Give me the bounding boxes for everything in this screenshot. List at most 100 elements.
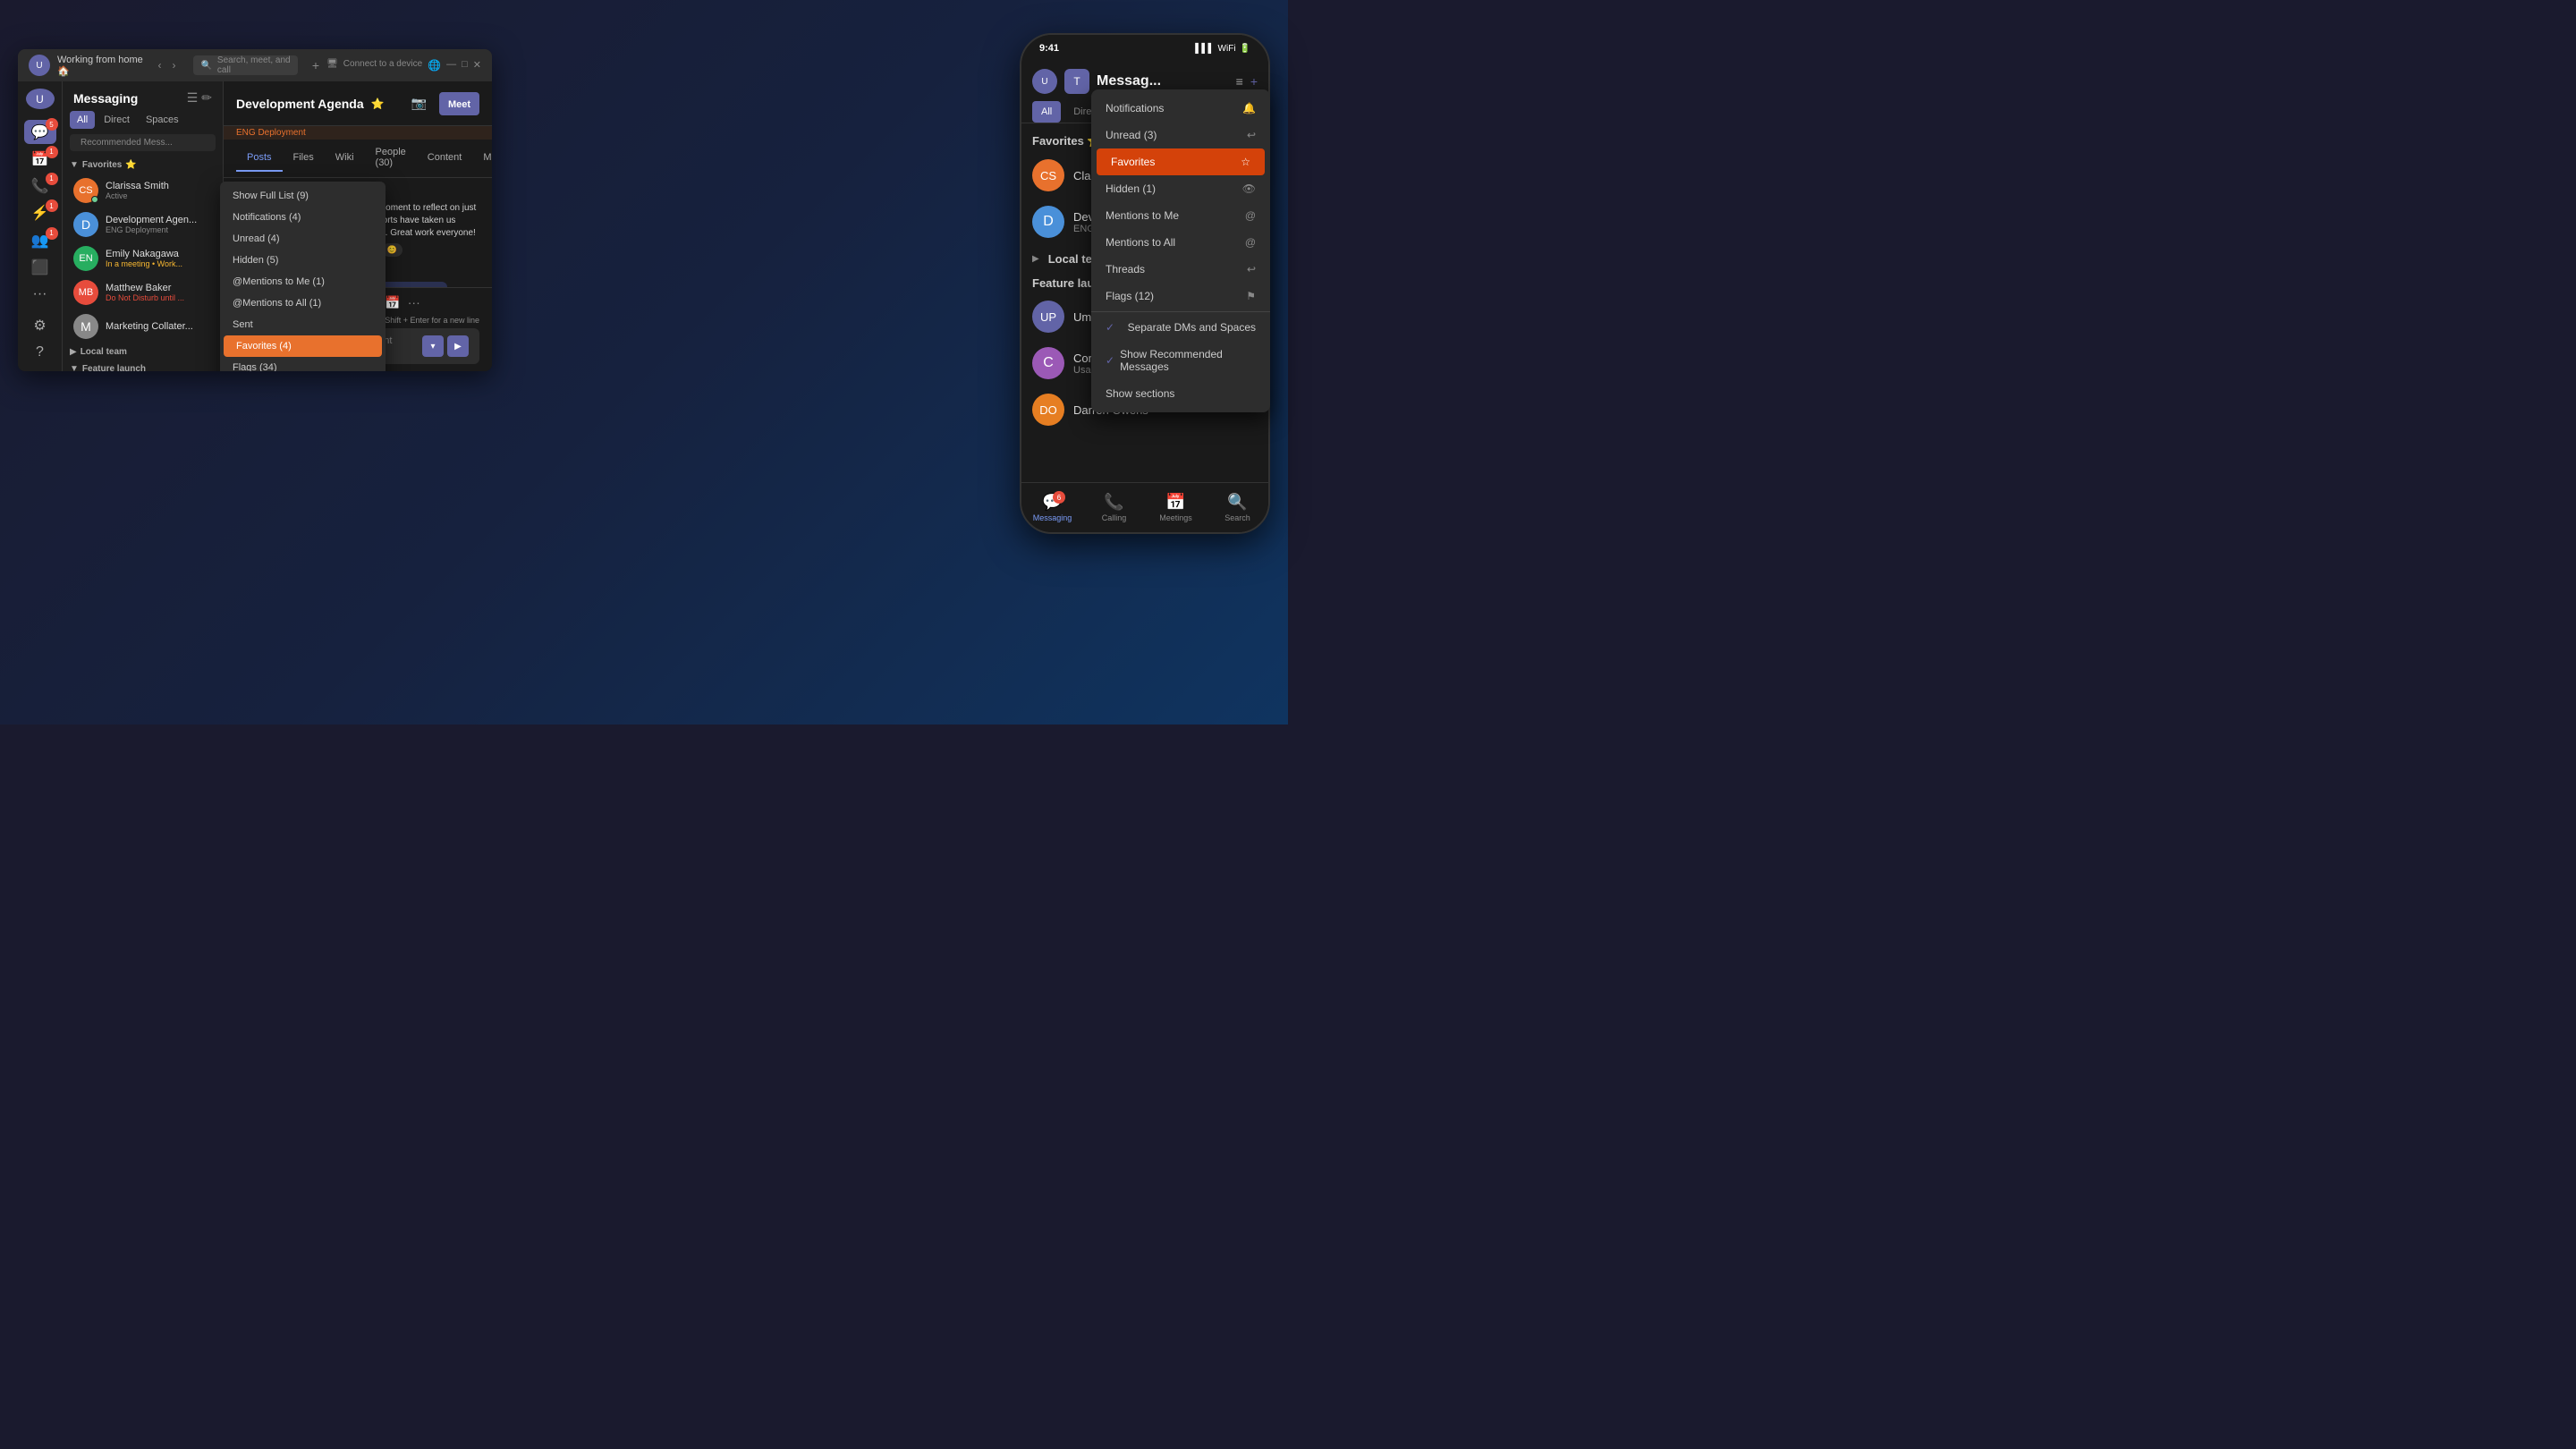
nav-item-apps[interactable]: ⬛ [24,256,56,279]
dropdown-favorites[interactable]: Favorites (4) [224,335,382,357]
nav-item-calls[interactable]: 📞 1 [24,174,56,198]
feature-launch-header[interactable]: ▼ Feature launch [63,360,223,371]
sidebar-tab-spaces[interactable]: Spaces [139,111,186,129]
flags-label: Flags (34) [233,362,277,371]
tab-files[interactable]: Files [283,145,325,172]
video-icon[interactable]: 📷 [411,96,427,111]
mobile-hidden-icon: 👁 [1242,182,1256,195]
phone-tab-all[interactable]: All [1032,101,1061,123]
dropdown-unread[interactable]: Unread (4) [220,228,386,250]
close-button[interactable]: ✕ [473,59,481,72]
phone-nav-meetings[interactable]: 📅 Meetings [1145,493,1207,522]
phone-status-icons: ▌▌▌ WiFi 🔋 [1195,44,1250,54]
tab-wiki[interactable]: Wiki [325,145,365,172]
mobile-notifications-icon: 🔔 [1242,102,1256,114]
help-icon: ? [36,344,44,360]
phone-user-avatar[interactable]: U [1032,69,1057,94]
mobile-dd-threads[interactable]: Threads ↩ [1091,256,1270,283]
chat-item-emily[interactable]: EN Emily Nakagawa In a meeting • Work... [66,242,219,275]
nav-item-messaging[interactable]: 💬 5 [24,120,56,143]
chat-item-clarissa[interactable]: CS Clarissa Smith Active [66,174,219,208]
send-dropdown-button[interactable]: ▾ [422,335,444,357]
title-actions: 🖥 Connect to a device 🌐 — □ ✕ [326,59,481,72]
mobile-dd-show-sections[interactable]: Show sections [1091,380,1270,407]
mobile-dd-unread[interactable]: Unread (3) ↩ [1091,122,1270,148]
phone-nav-search[interactable]: 🔍 Search [1207,493,1268,522]
maximize-button[interactable]: □ [462,59,468,72]
schedule-icon[interactable]: 📅 [385,295,400,310]
dropdown-notifications[interactable]: Notifications (4) [220,207,386,228]
local-team-header[interactable]: ▶ Local team [63,343,223,360]
tab-people[interactable]: People (30) [365,140,417,177]
phone-nav-messaging[interactable]: 💬 Messaging 6 [1021,493,1083,522]
phone-search-label: Search [1224,513,1250,522]
mobile-dd-show-rec[interactable]: Show Recommended Messages [1091,341,1270,380]
nav-item-settings[interactable]: ⚙ [24,313,56,336]
meet-button[interactable]: Meet [439,92,479,115]
chat-item-matthew[interactable]: MB Matthew Baker Do Not Disturb until ..… [66,275,219,309]
edge-icon: 🌐 [428,59,441,72]
dropdown-hidden[interactable]: Hidden (5) [220,250,386,271]
favorites-section-header[interactable]: ▼ Favorites ⭐ [63,157,223,174]
phone-meetings-icon: 📅 [1165,493,1185,512]
phone-header-icons: ≡ + [1236,74,1258,89]
nav-back-button[interactable]: ‹ [154,57,165,73]
favorites-star: ⭐ [125,160,136,170]
nav-item-people[interactable]: 👥 1 [24,229,56,252]
phone-compose-icon[interactable]: + [1250,74,1258,89]
mobile-flags-label: Flags (12) [1106,290,1154,302]
hidden-label: Hidden (5) [233,255,278,266]
filter-icon[interactable]: ☰ [187,90,199,106]
tab-content[interactable]: Content [417,145,473,172]
mobile-dd-flags[interactable]: Flags (12) ⚑ [1091,283,1270,309]
mobile-dd-separate-dms[interactable]: Separate DMs and Spaces [1091,314,1270,341]
mobile-show-rec-label: Show Recommended Messages [1120,348,1256,373]
sidebar-tab-direct[interactable]: Direct [97,111,137,129]
calendar-badge: 1 [46,146,58,158]
user-nav-avatar[interactable]: U [26,89,55,109]
phone-list-icon[interactable]: ≡ [1236,74,1243,89]
mobile-dd-mentions-all[interactable]: Mentions to All @ [1091,229,1270,256]
add-button[interactable]: + [312,58,319,72]
search-bar[interactable]: 🔍 Search, meet, and call [193,55,297,75]
chat-item-dev-agenda[interactable]: D Development Agen... ENG Deployment [66,208,219,242]
connect-label[interactable]: Connect to a device [343,59,422,72]
dropdown-mentions-all[interactable]: @Mentions to All (1) [220,292,386,314]
dropdown-flags[interactable]: Flags (34) [220,357,386,371]
marketing-name: Marketing Collater... [106,321,212,332]
nav-item-more[interactable]: ··· [24,283,56,306]
mobile-dd-mentions-me[interactable]: Mentions to Me @ [1091,202,1270,229]
compose-icon[interactable]: ✏ [201,90,212,106]
nav-forward-button[interactable]: › [168,57,179,73]
emily-status: In a meeting • Work... [106,259,212,268]
nav-item-calendar[interactable]: 📅 1 [24,148,56,171]
nav-item-help[interactable]: ? [24,341,56,364]
phone-messaging-badge: 6 [1053,491,1065,504]
dropdown-show-full-list[interactable]: Show Full List (9) [220,185,386,207]
phone-status-bar: 9:41 ▌▌▌ WiFi 🔋 [1021,35,1268,62]
chat-star-icon[interactable]: ⭐ [371,97,385,110]
mobile-dd-favorites[interactable]: Favorites ☆ [1097,148,1265,175]
mobile-dd-notifications[interactable]: Notifications 🔔 [1091,95,1270,122]
dropdown-sent[interactable]: Sent [220,314,386,335]
more-options-icon[interactable]: ··· [408,295,420,310]
messaging-badge: 5 [46,118,58,131]
minimize-button[interactable]: — [446,59,456,72]
tab-posts[interactable]: Posts [236,145,283,172]
dropdown-mentions-me[interactable]: @Mentions to Me (1) [220,271,386,292]
chat-item-marketing[interactable]: M Marketing Collater... [66,309,219,343]
tab-meetings[interactable]: Meetings [472,145,492,172]
activity-badge: 1 [46,199,58,212]
connect-button[interactable]: 🖥 [326,59,338,72]
deploy-note: ENG Deployment [224,126,492,140]
mobile-mentions-all-label: Mentions to All [1106,236,1175,249]
mobile-dd-hidden[interactable]: Hidden (1) 👁 [1091,175,1270,202]
avatar-marketing: M [73,314,98,339]
emily-name: Emily Nakagawa [106,249,212,259]
collapse-icon: ▼ [70,160,79,170]
send-button[interactable]: ▶ [447,335,469,357]
phone-nav-calling[interactable]: 📞 Calling [1083,493,1145,522]
recommended-messages[interactable]: Recommended Mess... [70,134,216,151]
nav-item-activity[interactable]: ⚡ 1 [24,201,56,225]
sidebar-tab-all[interactable]: All [70,111,95,129]
